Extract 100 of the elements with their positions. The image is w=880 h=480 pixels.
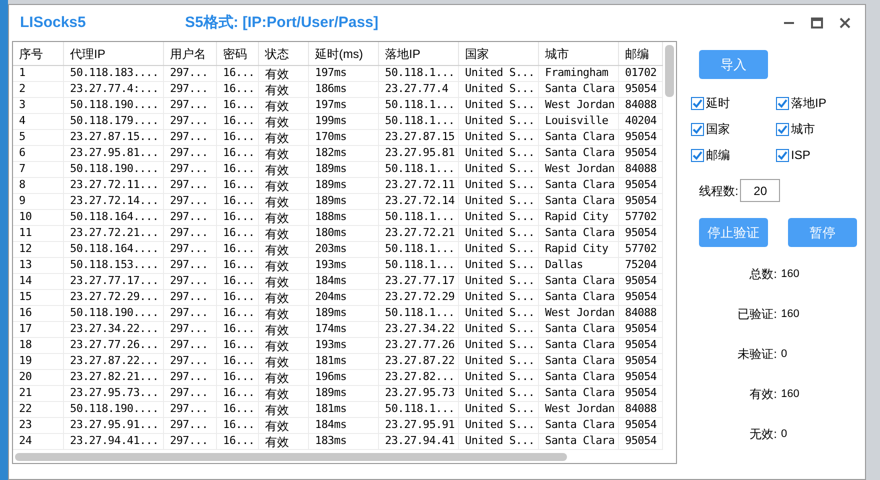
table-cell: 297... xyxy=(164,98,217,113)
table-cell: Santa Clara xyxy=(539,194,619,209)
table-cell: Rapid City xyxy=(539,242,619,257)
column-header[interactable]: 邮编 xyxy=(619,42,663,65)
column-header[interactable]: 用户名 xyxy=(164,42,217,65)
table-cell: 95054 xyxy=(619,194,663,209)
stat-value: 160 xyxy=(781,386,800,402)
table-cell: 14 xyxy=(13,274,64,289)
table-cell: United S... xyxy=(459,322,539,337)
table-cell: 23.27.77.17 xyxy=(379,274,459,289)
stat-value: 0 xyxy=(781,346,788,362)
table-cell: 50.118.1... xyxy=(379,258,459,273)
table-cell: 23.27.72.14 xyxy=(379,194,459,209)
table-cell: 297... xyxy=(164,434,217,449)
table-cell: 23.27.82... xyxy=(379,370,459,385)
table-cell: 16... xyxy=(217,130,259,145)
table-cell: Louisville xyxy=(539,114,619,129)
table-cell: 6 xyxy=(13,146,64,161)
table-cell: 16... xyxy=(217,242,259,257)
column-header[interactable]: 延时(ms) xyxy=(309,42,379,65)
table-cell: 23.27.72.11... xyxy=(64,178,164,193)
table-cell: 95054 xyxy=(619,82,663,97)
table-cell: 17 xyxy=(13,322,64,337)
table-cell: United S... xyxy=(459,402,539,417)
table-cell: 23.27.94.41 xyxy=(379,434,459,449)
table-cell: 23.27.95.81 xyxy=(379,146,459,161)
column-header[interactable]: 状态 xyxy=(259,42,309,65)
table-cell: 23.27.77.26... xyxy=(64,338,164,353)
table-cell: 297... xyxy=(164,290,217,305)
table-cell: 16 xyxy=(13,306,64,321)
app-title: LISocks5 xyxy=(20,12,87,33)
checkbox[interactable] xyxy=(776,148,789,162)
checkbox-label: ISP xyxy=(791,147,810,164)
table-cell: 有效 xyxy=(259,130,309,145)
checkbox-label: 邮编 xyxy=(706,147,730,164)
maximize-icon[interactable] xyxy=(811,17,823,29)
table-cell: 有效 xyxy=(259,210,309,225)
table-cell: 50.118.1... xyxy=(379,306,459,321)
table-cell: 16... xyxy=(217,210,259,225)
stat-label: 有效: xyxy=(748,386,777,403)
table-cell: 11 xyxy=(13,226,64,241)
table-cell: 有效 xyxy=(259,258,309,273)
table-cell: 297... xyxy=(164,306,217,321)
threads-field[interactable]: 20 xyxy=(740,179,780,202)
checkbox[interactable] xyxy=(776,96,789,110)
table-cell: 40204 xyxy=(619,114,663,129)
column-header[interactable]: 城市 xyxy=(539,42,619,65)
table-cell: Santa Clara xyxy=(539,338,619,353)
table-cell: Santa Clara xyxy=(539,82,619,97)
table-cell: 95054 xyxy=(619,130,663,145)
checkbox[interactable] xyxy=(691,96,704,110)
table-cell: 16... xyxy=(217,290,259,305)
table-cell: 95054 xyxy=(619,338,663,353)
table-cell: 有效 xyxy=(259,434,309,449)
table-cell: United S... xyxy=(459,66,539,81)
table-cell: 297... xyxy=(164,226,217,241)
column-header[interactable]: 序号 xyxy=(13,42,64,65)
column-header[interactable]: 密码 xyxy=(217,42,259,65)
checkbox[interactable] xyxy=(691,148,704,162)
table-cell: 297... xyxy=(164,130,217,145)
table-cell: West Jordan xyxy=(539,98,619,113)
table-cell: 22 xyxy=(13,402,64,417)
close-icon[interactable] xyxy=(839,17,851,29)
table-cell: 23.27.77.26 xyxy=(379,338,459,353)
table-cell: Santa Clara xyxy=(539,418,619,433)
table-cell: 23.27.95.91 xyxy=(379,418,459,433)
column-header[interactable]: 落地IP xyxy=(379,42,459,65)
table-cell: United S... xyxy=(459,370,539,385)
table-cell: 有效 xyxy=(259,290,309,305)
stat-label: 已验证: xyxy=(736,306,777,323)
table-cell: 57702 xyxy=(619,210,663,225)
stat-label: 未验证: xyxy=(736,346,777,363)
table-cell: 1 xyxy=(13,66,64,81)
table-cell: 16... xyxy=(217,418,259,433)
table-cell: 23.27.82.21... xyxy=(64,370,164,385)
table-cell: 50.118.1... xyxy=(379,114,459,129)
table-cell: 189ms xyxy=(309,194,379,209)
table-cell: 297... xyxy=(164,258,217,273)
scrollbar-thumb[interactable] xyxy=(665,45,674,97)
table-cell: United S... xyxy=(459,258,539,273)
table-cell: 193ms xyxy=(309,338,379,353)
table-cell: 16... xyxy=(217,434,259,449)
checkbox[interactable] xyxy=(691,122,704,136)
checkbox[interactable] xyxy=(776,122,789,136)
table-cell: United S... xyxy=(459,386,539,401)
table-cell: 50.118.1... xyxy=(379,98,459,113)
column-header[interactable]: 国家 xyxy=(459,42,539,65)
table-cell: 297... xyxy=(164,386,217,401)
table-cell: 23.27.87.15... xyxy=(64,130,164,145)
table-cell: 170ms xyxy=(309,130,379,145)
stat-value: 160 xyxy=(781,266,800,282)
table-cell: 23.27.94.41... xyxy=(64,434,164,449)
table-cell: 16... xyxy=(217,402,259,417)
table-cell: 12 xyxy=(13,242,64,257)
threads-label: 线程数: xyxy=(699,182,738,200)
table-cell: 23.27.72.14... xyxy=(64,194,164,209)
column-header[interactable]: 代理IP xyxy=(64,42,164,65)
scrollbar-thumb[interactable] xyxy=(15,453,567,461)
table-cell: 193ms xyxy=(309,258,379,273)
table-cell: 184ms xyxy=(309,274,379,289)
